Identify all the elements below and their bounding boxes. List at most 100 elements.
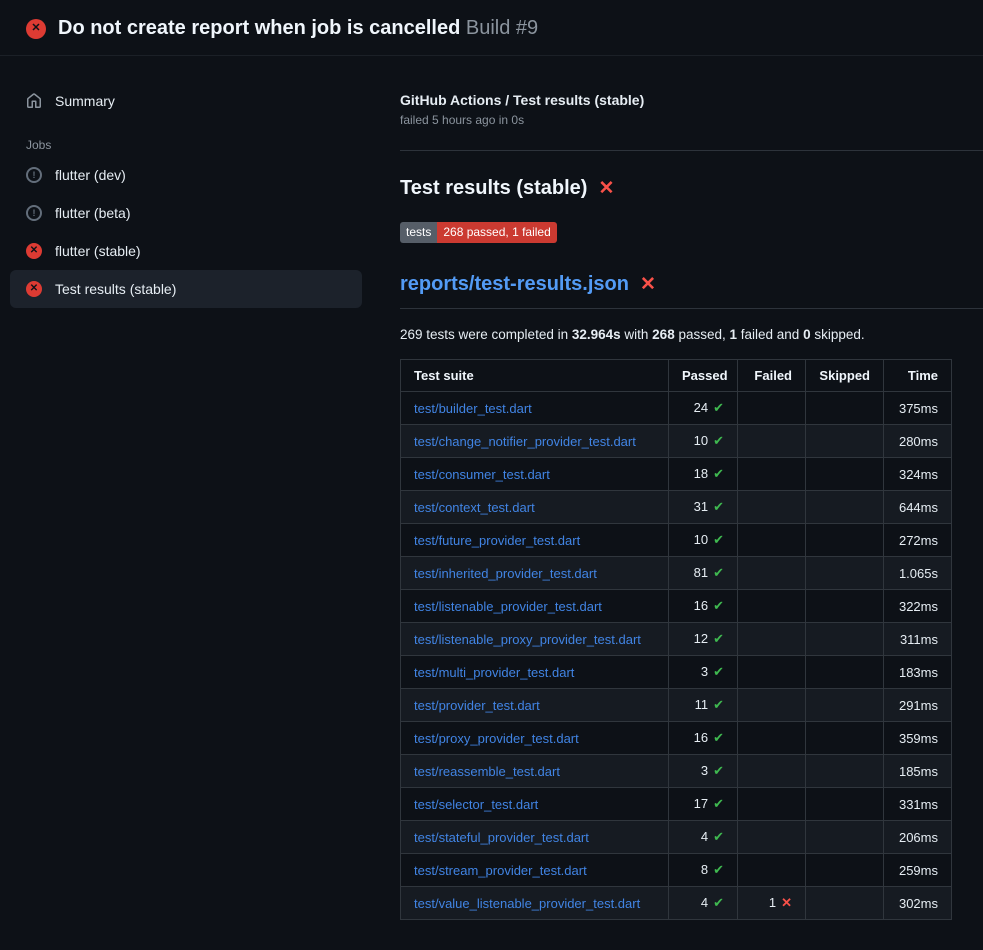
passed-cell: 3✔ xyxy=(669,755,738,788)
table-row: test/selector_test.dart 17✔ 331ms xyxy=(401,788,952,821)
sidebar-item-summary[interactable]: Summary xyxy=(10,82,362,120)
test-suite-link[interactable]: test/future_provider_test.dart xyxy=(414,533,580,548)
count-value: 3 xyxy=(701,763,708,778)
test-suite-link[interactable]: test/context_test.dart xyxy=(414,500,535,515)
test-suite-link[interactable]: test/change_notifier_provider_test.dart xyxy=(414,434,636,449)
passed-cell: 12 ✔ xyxy=(669,623,738,656)
col-header-passed: Passed xyxy=(669,360,738,392)
passed-cell: 10✔ xyxy=(669,524,738,557)
passed-cell: 4✔ xyxy=(669,887,738,920)
summary-segment: failed and xyxy=(737,327,803,342)
run-status-line: failed 5 hours ago in 0s xyxy=(400,113,951,127)
skipped-cell xyxy=(806,788,884,821)
table-header-row: Test suite Passed Failed Skipped Time xyxy=(401,360,952,392)
test-suite-link[interactable]: test/provider_test.dart xyxy=(414,698,540,713)
sidebar-item-flutter-beta[interactable]: ! flutter (beta) xyxy=(10,194,362,232)
failed-cell xyxy=(738,524,806,557)
summary-segment: 32.964s xyxy=(572,327,621,342)
check-icon: ✔ xyxy=(713,763,724,778)
count-value: 10 xyxy=(694,433,708,448)
passed-cell: 18✔ xyxy=(669,458,738,491)
sidebar-item-flutter-dev[interactable]: ! flutter (dev) xyxy=(10,156,362,194)
failed-cell xyxy=(738,491,806,524)
skipped-cell xyxy=(806,623,884,656)
check-icon: ✔ xyxy=(713,466,724,481)
table-row: test/listenable_proxy_provider_test.dart… xyxy=(401,623,952,656)
failed-cell xyxy=(738,755,806,788)
divider xyxy=(400,150,983,151)
sidebar-item-flutter-stable[interactable]: ✕ flutter (stable) xyxy=(10,232,362,270)
passed-cell: 11✔ xyxy=(669,689,738,722)
time-cell: 311ms xyxy=(884,623,952,656)
test-suite-link[interactable]: test/value_listenable_provider_test.dart xyxy=(414,896,640,911)
table-row: test/provider_test.dart 11✔ 291ms xyxy=(401,689,952,722)
x-icon: ✕ xyxy=(781,895,792,910)
col-header-skipped: Skipped xyxy=(806,360,884,392)
skipped-cell xyxy=(806,722,884,755)
test-suite-link[interactable]: test/listenable_proxy_provider_test.dart xyxy=(414,632,641,647)
suite-cell: test/listenable_proxy_provider_test.dart xyxy=(401,623,669,656)
check-icon: ✔ xyxy=(713,631,724,646)
table-row: test/proxy_provider_test.dart 16✔ 359ms xyxy=(401,722,952,755)
test-suite-link[interactable]: test/inherited_provider_test.dart xyxy=(414,566,597,581)
time-cell: 1.065s xyxy=(884,557,952,590)
suite-cell: test/value_listenable_provider_test.dart xyxy=(401,887,669,920)
count-value: 17 xyxy=(694,796,708,811)
count-value: 16 xyxy=(694,730,708,745)
time-cell: 185ms xyxy=(884,755,952,788)
build-number: Build #9 xyxy=(466,17,538,39)
suite-cell: test/change_notifier_provider_test.dart xyxy=(401,425,669,458)
test-suite-link[interactable]: test/stateful_provider_test.dart xyxy=(414,830,589,845)
summary-segment: 1 xyxy=(730,327,738,342)
check-icon: ✔ xyxy=(713,532,724,547)
test-suite-link[interactable]: test/stream_provider_test.dart xyxy=(414,863,587,878)
failed-cell xyxy=(738,821,806,854)
skipped-cell xyxy=(806,425,884,458)
check-run-title: Do not create report when job is cancell… xyxy=(58,17,460,39)
check-section-title: Test results (stable) ✕ xyxy=(400,177,951,200)
check-icon: ✔ xyxy=(713,829,724,844)
test-suite-link[interactable]: test/reassemble_test.dart xyxy=(414,764,560,779)
report-file-link[interactable]: reports/test-results.json xyxy=(400,273,629,296)
failed-cell xyxy=(738,788,806,821)
table-row: test/builder_test.dart 24✔ 375ms xyxy=(401,392,952,425)
count-value: 8 xyxy=(701,862,708,877)
skipped-cell xyxy=(806,755,884,788)
count-value: 12 xyxy=(694,631,708,646)
test-suite-link[interactable]: test/selector_test.dart xyxy=(414,797,538,812)
x-circle-icon: ✕ xyxy=(26,19,46,39)
count-value: 4 xyxy=(701,895,708,910)
home-icon xyxy=(26,93,42,109)
test-suite-link[interactable]: test/multi_provider_test.dart xyxy=(414,665,574,680)
page-title: Do not create report when job is cancell… xyxy=(58,17,538,40)
sidebar-item-test-results-stable[interactable]: ✕ Test results (stable) xyxy=(10,270,362,308)
skipped-cell xyxy=(806,590,884,623)
table-row: test/reassemble_test.dart 3✔ 185ms xyxy=(401,755,952,788)
check-icon: ✔ xyxy=(713,862,724,877)
report-heading: reports/test-results.json ✕ xyxy=(400,273,983,309)
skipped-cell xyxy=(806,689,884,722)
failed-cell xyxy=(738,425,806,458)
test-suite-link[interactable]: test/consumer_test.dart xyxy=(414,467,550,482)
passed-cell: 31✔ xyxy=(669,491,738,524)
check-icon: ✔ xyxy=(713,565,724,580)
count-value: 81 xyxy=(694,565,708,580)
table-row: test/stream_provider_test.dart 8✔ 259ms xyxy=(401,854,952,887)
failed-cell xyxy=(738,689,806,722)
table-row: test/listenable_provider_test.dart 16✔ 3… xyxy=(401,590,952,623)
check-icon: ✔ xyxy=(713,664,724,679)
sidebar-jobs: ! flutter (dev) ! flutter (beta) ✕ flutt… xyxy=(10,156,362,308)
time-cell: 280ms xyxy=(884,425,952,458)
table-row: test/context_test.dart 31✔ 644ms xyxy=(401,491,952,524)
summary-segment: skipped. xyxy=(811,327,865,342)
summary-segment: with xyxy=(621,327,653,342)
breadcrumb[interactable]: GitHub Actions / Test results (stable) xyxy=(400,92,951,108)
test-suite-link[interactable]: test/builder_test.dart xyxy=(414,401,532,416)
time-cell: 375ms xyxy=(884,392,952,425)
results-summary-text: 269 tests were completed in 32.964s with… xyxy=(400,327,951,342)
test-suite-link[interactable]: test/proxy_provider_test.dart xyxy=(414,731,579,746)
check-icon: ✔ xyxy=(713,730,724,745)
results-table: Test suite Passed Failed Skipped Time te… xyxy=(400,359,952,920)
test-suite-link[interactable]: test/listenable_provider_test.dart xyxy=(414,599,602,614)
passed-cell: 4✔ xyxy=(669,821,738,854)
